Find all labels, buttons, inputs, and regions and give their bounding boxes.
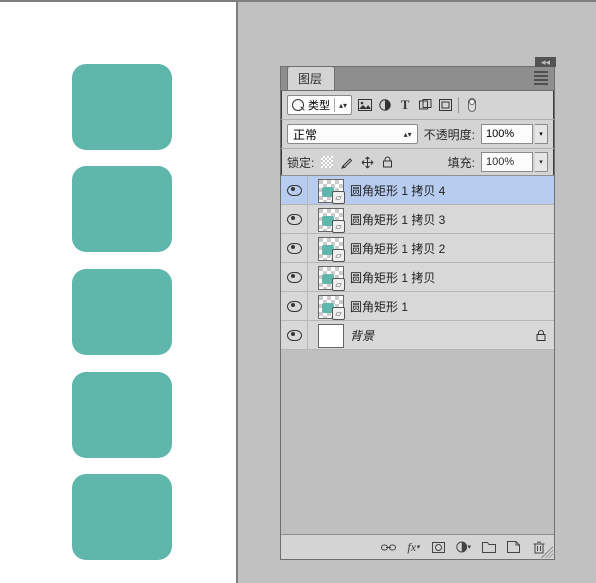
canvas-shape-1[interactable] [72, 64, 172, 150]
layer-thumb[interactable] [318, 324, 342, 346]
tab-layers-label: 图层 [298, 72, 322, 86]
filter-type-select[interactable]: 类型 ▴▾ [287, 95, 352, 115]
layer-row[interactable]: ▱ 圆角矩形 1 [281, 292, 554, 321]
opacity-arrow: ▾ [539, 130, 543, 138]
link-icon[interactable] [381, 540, 396, 555]
opacity-control[interactable]: 100% ▾ [481, 124, 548, 144]
filter-row: 类型 ▴▾ T [281, 91, 554, 120]
layer-row[interactable]: ▱ 圆角矩形 1 拷贝 2 [281, 234, 554, 263]
canvas[interactable] [0, 2, 238, 583]
panel-menu-icon[interactable] [534, 71, 548, 85]
filter-type-label: 类型 [308, 97, 330, 113]
canvas-shape-4[interactable] [72, 372, 172, 458]
shapelayer-badge-icon: ▱ [332, 191, 345, 204]
lock-label: 锁定: [287, 154, 314, 171]
fill-label: 填充: [448, 154, 475, 171]
layer-name[interactable]: 圆角矩形 1 拷贝 4 [350, 182, 445, 199]
divider [458, 97, 459, 113]
fill-control[interactable]: 100% ▾ [481, 152, 548, 172]
lock-transparent-icon[interactable] [320, 155, 334, 169]
visibility-toggle[interactable] [281, 292, 308, 320]
layer-row[interactable]: ▱ 圆角矩形 1 拷贝 3 [281, 205, 554, 234]
opacity-input[interactable]: 100% [481, 124, 533, 144]
lock-row: 锁定: 填充: 100% ▾ [281, 149, 554, 176]
blend-mode-select[interactable]: 正常 ▴▾ [287, 124, 418, 144]
shapelayer-badge-icon: ▱ [332, 249, 345, 262]
layer-name[interactable]: 圆角矩形 1 拷贝 [350, 269, 435, 286]
layer-row-background[interactable]: 背景 [281, 321, 554, 350]
layers-list: ▱ 圆角矩形 1 拷贝 4 ▱ 圆角矩形 1 拷贝 3 ▱ 圆角矩形 1 拷贝 … [281, 176, 554, 534]
eye-icon [287, 214, 302, 225]
lock-paint-icon[interactable] [340, 155, 354, 169]
fill-value: 100% [486, 156, 514, 168]
tab-layers[interactable]: 图层 [287, 66, 335, 90]
panel-collapse-left[interactable]: ◂◂ [541, 57, 550, 67]
shapelayer-badge-icon: ▱ [332, 220, 345, 233]
canvas-shape-3[interactable] [72, 269, 172, 355]
visibility-toggle[interactable] [281, 176, 308, 204]
lock-icon [536, 330, 546, 341]
layer-thumb[interactable]: ▱ [318, 266, 342, 288]
newlayer-icon[interactable] [506, 540, 521, 555]
layer-thumb[interactable]: ▱ [318, 295, 342, 317]
layer-thumb[interactable]: ▱ [318, 179, 342, 201]
blend-mode-arrows: ▴▾ [404, 131, 412, 138]
layer-name[interactable]: 圆角矩形 1 拷贝 2 [350, 240, 445, 257]
layer-name[interactable]: 圆角矩形 1 拷贝 3 [350, 211, 445, 228]
visibility-toggle[interactable] [281, 321, 308, 349]
visibility-toggle[interactable] [281, 205, 308, 233]
opacity-value: 100% [486, 128, 514, 140]
filter-image-icon[interactable] [358, 98, 372, 112]
shapelayer-badge-icon: ▱ [332, 307, 345, 320]
panel-footer: fx▾ ▾ [281, 534, 554, 559]
filter-adjust-icon[interactable] [378, 98, 392, 112]
fx-icon[interactable]: fx▾ [406, 540, 421, 555]
adjustlayer-icon[interactable]: ▾ [456, 540, 471, 555]
eye-icon [287, 243, 302, 254]
separator [334, 98, 335, 112]
opacity-drop[interactable]: ▾ [535, 124, 548, 144]
shapelayer-badge-icon: ▱ [332, 278, 345, 291]
panel-tab-bar: 图层 [281, 67, 554, 91]
opacity-label: 不透明度: [424, 126, 475, 143]
filter-smartobj-icon[interactable] [438, 98, 452, 112]
visibility-toggle[interactable] [281, 234, 308, 262]
group-icon[interactable] [481, 540, 496, 555]
layer-name[interactable]: 圆角矩形 1 [350, 298, 408, 315]
filter-type-arrows: ▴▾ [339, 102, 347, 109]
blend-row: 正常 ▴▾ 不透明度: 100% ▾ [281, 120, 554, 149]
panel-collapse-btns[interactable]: ◂◂ [535, 57, 556, 67]
canvas-shape-2[interactable] [72, 166, 172, 252]
fill-arrow: ▾ [539, 158, 543, 166]
layer-thumb[interactable]: ▱ [318, 208, 342, 230]
mask-icon[interactable] [431, 540, 446, 555]
visibility-toggle[interactable] [281, 263, 308, 291]
layer-name[interactable]: 背景 [350, 327, 374, 344]
resize-grip[interactable] [541, 546, 553, 558]
layer-thumb[interactable]: ▱ [318, 237, 342, 259]
fill-drop[interactable]: ▾ [535, 152, 548, 172]
search-icon [292, 99, 304, 111]
filter-type-text-icon[interactable]: T [398, 98, 412, 112]
canvas-shape-5[interactable] [72, 474, 172, 560]
layer-list-empty[interactable] [281, 350, 554, 534]
eye-icon [287, 330, 302, 341]
eye-icon [287, 301, 302, 312]
filter-toggle-icon[interactable] [465, 98, 479, 112]
layer-row[interactable]: ▱ 圆角矩形 1 拷贝 [281, 263, 554, 292]
canvas-border [236, 2, 238, 583]
eye-icon [287, 185, 302, 196]
blend-mode-value: 正常 [293, 126, 317, 143]
layer-row[interactable]: ▱ 圆角矩形 1 拷贝 4 [281, 176, 554, 205]
lock-all-icon[interactable] [380, 155, 394, 169]
eye-icon [287, 272, 302, 283]
lock-move-icon[interactable] [360, 155, 374, 169]
layers-panel: ◂◂ 图层 类型 ▴▾ T 正常 [280, 66, 555, 560]
fill-input[interactable]: 100% [481, 152, 533, 172]
filter-shape-icon[interactable] [418, 98, 432, 112]
